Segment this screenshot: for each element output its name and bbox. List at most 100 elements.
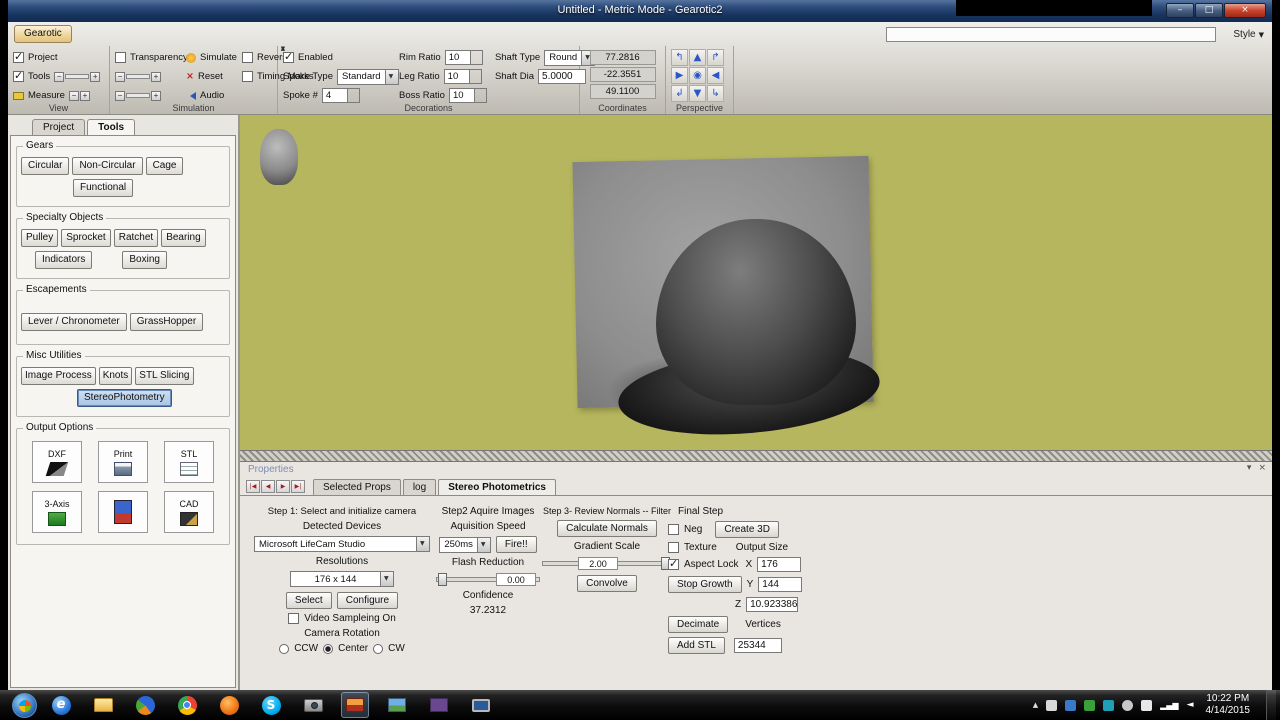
volume-icon[interactable]: ◄ xyxy=(1187,700,1194,710)
speed-select[interactable]: 250ms xyxy=(439,536,491,553)
print-output-button[interactable]: Print xyxy=(98,441,148,483)
tab-log[interactable]: log xyxy=(402,479,437,495)
shaft-dia-input[interactable]: 5.0000 xyxy=(538,69,587,84)
boss-ratio-value[interactable]: 10 xyxy=(448,88,475,103)
rotate-down-button[interactable]: ▼ xyxy=(689,85,706,102)
dropdown-arrow-icon[interactable] xyxy=(476,537,490,552)
timing-marks-checkbox[interactable] xyxy=(241,71,253,82)
lever-chronometer-button[interactable]: Lever / Chronometer xyxy=(21,313,127,331)
rim-ratio-value[interactable]: 10 xyxy=(444,50,471,65)
cage-button[interactable]: Cage xyxy=(145,157,184,175)
rotate-down-right-button[interactable]: ↳ xyxy=(707,85,724,102)
stepper-track[interactable] xyxy=(65,74,90,79)
stepper-minus-icon[interactable]: − xyxy=(68,90,79,101)
show-desktop-button[interactable] xyxy=(1266,690,1276,720)
measure-stepper[interactable]: − + xyxy=(68,90,90,101)
taskbar-capture-app-icon[interactable] xyxy=(341,692,369,718)
tray-status-icon[interactable] xyxy=(1122,699,1134,711)
neg-checkbox[interactable] xyxy=(668,524,679,535)
aspect-lock-checkbox[interactable] xyxy=(668,557,679,570)
center-radio[interactable] xyxy=(323,643,334,654)
stepper-minus-icon[interactable]: − xyxy=(115,90,125,101)
sidebar-tab-tools[interactable]: Tools xyxy=(87,119,136,135)
next-tab-button[interactable]: ▶ xyxy=(276,480,290,493)
stl-slicing-button[interactable]: STL Slicing xyxy=(135,367,194,385)
create-3d-button[interactable]: Create 3D xyxy=(715,521,779,538)
action-center-icon[interactable] xyxy=(1141,699,1153,711)
resolution-select[interactable]: 176 x 144 xyxy=(290,571,394,587)
sprocket-button[interactable]: Sprocket xyxy=(61,229,111,247)
rotate-down-left-button[interactable]: ↲ xyxy=(671,85,688,102)
tab-stereo-photometrics[interactable]: Stereo Photometrics xyxy=(438,479,556,495)
cw-radio[interactable] xyxy=(373,643,384,654)
dxf-output-button[interactable]: DXF xyxy=(32,441,82,483)
rotate-left-button[interactable]: ◀ xyxy=(707,67,724,84)
rim-ratio-spinner[interactable]: 10 xyxy=(444,50,483,65)
boss-ratio-spinner[interactable]: 10 xyxy=(448,88,487,103)
decimate-button[interactable]: Decimate xyxy=(668,616,729,633)
spoke-count-spinner[interactable]: 4 xyxy=(321,88,360,103)
non-circular-button[interactable]: Non-Circular xyxy=(72,157,143,175)
first-tab-button[interactable]: |◀ xyxy=(246,480,260,493)
indicators-button[interactable]: Indicators xyxy=(35,251,93,269)
stepper-plus-icon[interactable]: + xyxy=(90,71,101,82)
spoke-type-select[interactable]: Standard xyxy=(337,68,399,85)
taskbar-video-app-icon[interactable] xyxy=(425,692,453,718)
y-size-input[interactable]: 144 xyxy=(758,577,803,592)
grasshopper-button[interactable]: GrassHopper xyxy=(129,313,204,331)
taskbar-clock[interactable]: 10:22 PM 4/14/2015 xyxy=(1206,693,1251,717)
fire-button[interactable]: Fire!! xyxy=(495,536,537,553)
x-size-input[interactable]: 176 xyxy=(757,557,802,572)
prev-tab-button[interactable]: ◀ xyxy=(261,480,275,493)
dropdown-arrow-icon[interactable] xyxy=(380,572,393,586)
image-process-button[interactable]: Image Process xyxy=(21,367,96,385)
gradient-scale-slider[interactable]: 2.00 xyxy=(542,556,672,571)
style-dropdown[interactable]: Style ▼ xyxy=(1233,29,1264,40)
view-stepper[interactable]: − + xyxy=(54,71,101,82)
maximize-button[interactable]: □ xyxy=(1195,3,1223,18)
tray-status-icon[interactable] xyxy=(1065,699,1077,711)
mill-output-button[interactable] xyxy=(98,491,148,533)
dropdown-arrow-icon[interactable] xyxy=(416,537,429,551)
boxing-button[interactable]: Boxing xyxy=(122,251,167,269)
taskbar-firefox-icon[interactable] xyxy=(215,692,243,718)
rotate-up-left-button[interactable]: ↰ xyxy=(671,49,688,66)
camera-device-select[interactable]: Microsoft LifeCam Studio xyxy=(254,536,430,552)
flash-reduction-slider[interactable]: 0.00 xyxy=(436,572,540,587)
cad-output-button[interactable]: CAD xyxy=(164,491,214,533)
sidebar-tab-project[interactable]: Project xyxy=(32,119,86,135)
stepper-plus-icon[interactable]: + xyxy=(151,71,161,82)
stepper-plus-icon[interactable]: + xyxy=(79,90,90,101)
panel-close-icon[interactable]: × xyxy=(1258,463,1266,473)
show-hidden-icons-button[interactable]: ▲ xyxy=(1033,701,1038,709)
taskbar-explorer-icon[interactable] xyxy=(89,692,117,718)
rotate-up-button[interactable]: ▲ xyxy=(689,49,706,66)
start-button[interactable] xyxy=(12,692,37,718)
gearotic-menu-button[interactable]: Gearotic xyxy=(14,25,72,43)
audio-label[interactable]: Audio xyxy=(200,90,224,101)
tab-selected-props[interactable]: Selected Props xyxy=(313,479,401,495)
panel-collapse-icon[interactable]: ▾ xyxy=(1247,463,1252,473)
network-icon[interactable]: ▂▄▆ xyxy=(1160,701,1178,710)
ratchet-button[interactable]: Ratchet xyxy=(113,229,159,247)
knots-button[interactable]: Knots xyxy=(98,367,133,385)
3axis-output-button[interactable]: 3-Axis xyxy=(32,491,82,533)
stl-output-button[interactable]: STL xyxy=(164,441,214,483)
stereophotometry-button[interactable]: StereoPhotometry xyxy=(77,389,172,407)
ccw-radio[interactable] xyxy=(279,643,290,654)
taskbar-media-player-icon[interactable] xyxy=(131,692,159,718)
tray-status-icon[interactable] xyxy=(1103,699,1115,711)
speed-stepper[interactable]: − + xyxy=(115,90,161,101)
taskbar-chrome-icon[interactable] xyxy=(173,692,201,718)
enabled-checkbox[interactable] xyxy=(283,50,294,63)
taskbar-camera-icon[interactable] xyxy=(299,692,327,718)
rotate-up-right-button[interactable]: ↱ xyxy=(707,49,724,66)
taskbar-photos-icon[interactable] xyxy=(383,692,411,718)
select-camera-button[interactable]: Select xyxy=(285,592,332,609)
leg-ratio-value[interactable]: 10 xyxy=(443,69,470,84)
convolve-button[interactable]: Convolve xyxy=(577,575,637,592)
reset-view-button[interactable]: ◉ xyxy=(689,67,706,84)
taskbar-ie-icon[interactable]: e xyxy=(47,692,75,718)
slider-track[interactable] xyxy=(126,74,150,79)
video-sampling-checkbox[interactable] xyxy=(288,613,300,624)
